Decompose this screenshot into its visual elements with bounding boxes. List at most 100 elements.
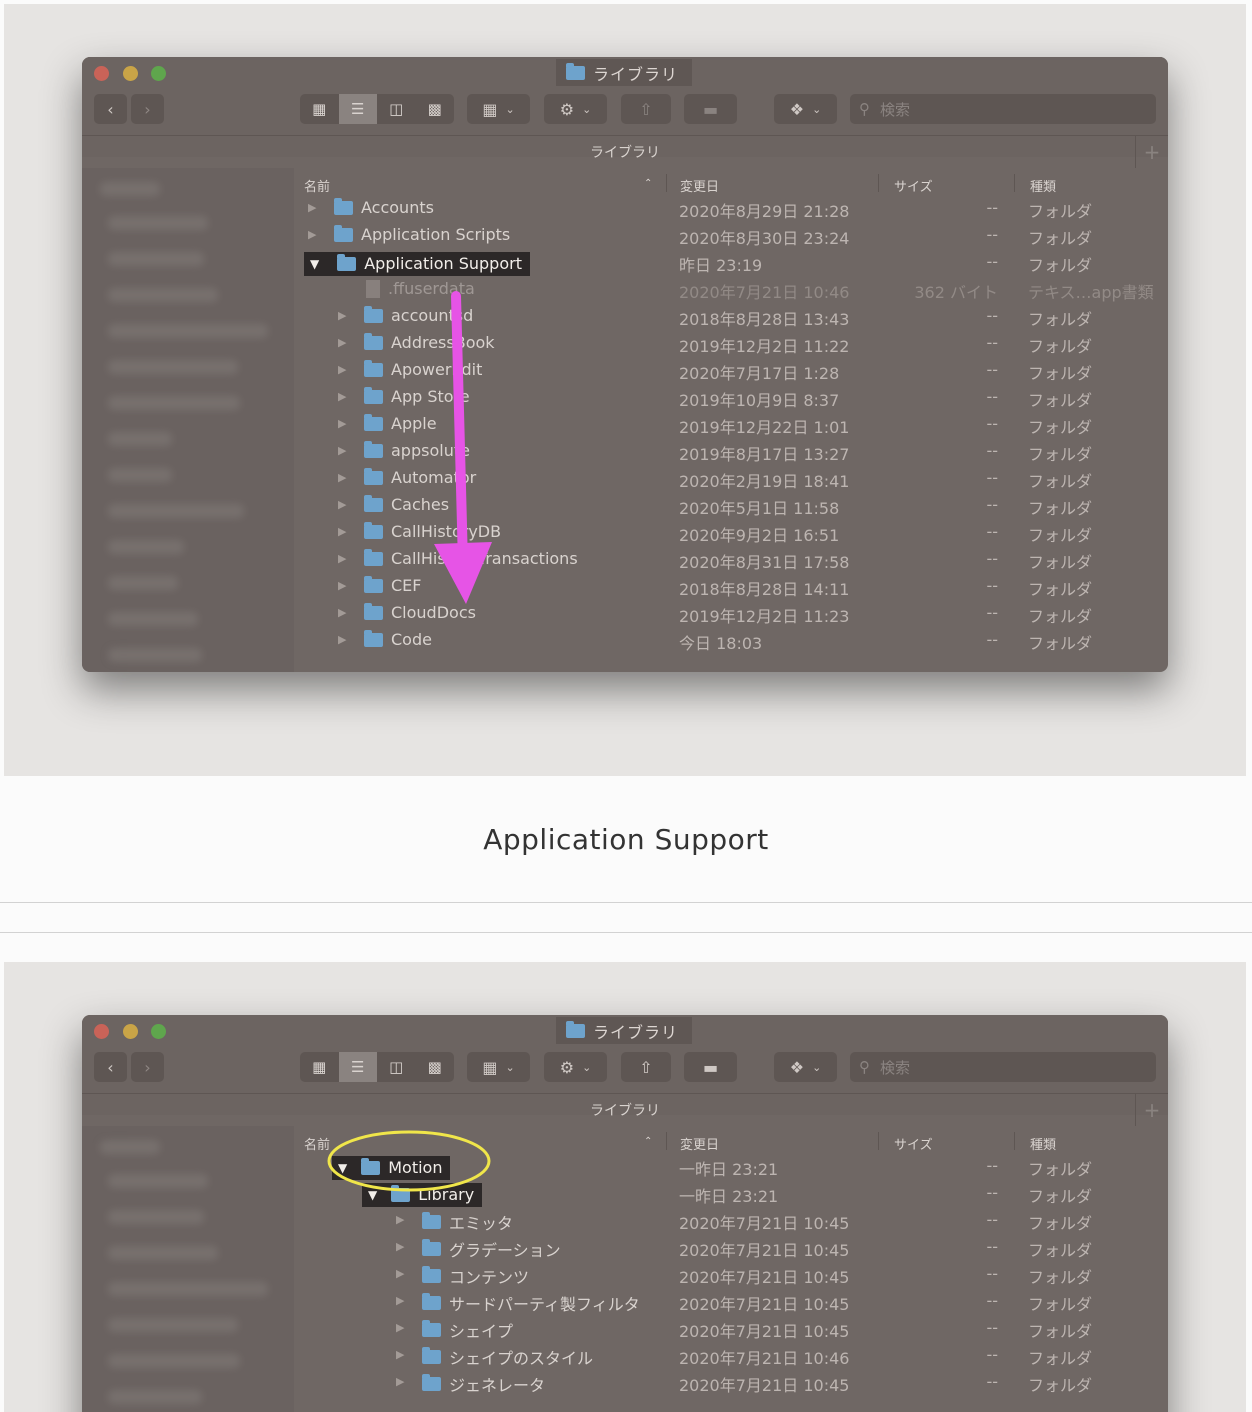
disclosure-icon[interactable]: ▶ [338,471,346,484]
table-row[interactable]: ▶ CallHistoryDB 2020年9月2日 16:51 -- フォルダ [296,519,1168,546]
disclosure-open-icon[interactable]: ▼ [368,1188,377,1202]
table-row-selected[interactable]: ▼ Motion 一昨日 23:21 -- フォルダ [296,1153,1168,1180]
disclosure-icon[interactable]: ▶ [396,1294,404,1307]
table-row-selected[interactable]: ▼ Application Support 昨日 23:19 -- フォルダ [296,249,1168,276]
back-button[interactable]: ‹ [94,1052,127,1082]
disclosure-icon[interactable]: ▶ [338,417,346,430]
disclosure-icon[interactable]: ▶ [338,336,346,349]
column-name[interactable]: 名前 [304,176,330,195]
table-row[interactable]: .ffuserdata 2020年7月21日 10:46 362 バイト テキス… [296,276,1168,303]
table-row[interactable]: ▶ エミッタ 2020年7月21日 10:45 -- フォルダ [296,1207,1168,1234]
gallery-view-icon[interactable]: ▩ [416,94,455,124]
disclosure-open-icon[interactable]: ▼ [310,257,319,271]
table-row[interactable]: ▶ CEF 2018年8月28日 14:11 -- フォルダ [296,573,1168,600]
disclosure-icon[interactable]: ▶ [308,201,316,214]
sidebar-item[interactable] [108,1390,202,1404]
sidebar-item[interactable] [108,1246,218,1260]
disclosure-icon[interactable]: ▶ [396,1267,404,1280]
share-button[interactable]: ⇧ [621,1052,671,1082]
column-modified[interactable]: 変更日 [680,1134,719,1153]
search-input[interactable]: ⚲ 検索 [850,1052,1156,1082]
search-input[interactable]: ⚲ 検索 [850,94,1156,124]
sidebar-item[interactable] [108,1282,268,1296]
action-button[interactable]: ⚙ ⌄ [544,94,607,124]
sidebar-item[interactable] [108,1210,204,1224]
gallery-view-icon[interactable]: ▩ [416,1052,455,1082]
sidebar-item[interactable] [108,432,172,446]
column-modified[interactable]: 変更日 [680,176,719,195]
disclosure-icon[interactable]: ▶ [338,606,346,619]
disclosure-icon[interactable]: ▶ [338,498,346,511]
action-button[interactable]: ⚙ ⌄ [544,1052,607,1082]
tab-title[interactable]: ライブラリ [590,1100,660,1120]
table-row[interactable]: ▶ accountsd 2018年8月28日 13:43 -- フォルダ [296,303,1168,330]
sidebar-item[interactable] [108,1318,238,1332]
disclosure-icon[interactable]: ▶ [308,228,316,241]
icon-view-icon[interactable]: ▦ [300,94,339,124]
column-size[interactable]: サイズ [894,176,933,195]
column-view-icon[interactable]: ◫ [377,1052,416,1082]
table-row[interactable]: ▶ CloudDocs 2019年12月2日 11:23 -- フォルダ [296,600,1168,627]
new-tab-button[interactable]: + [1135,136,1168,168]
tab-title[interactable]: ライブラリ [590,142,660,162]
sidebar-item[interactable] [108,504,244,518]
tag-button[interactable]: ▬ [684,94,737,124]
sidebar-item[interactable] [108,648,202,662]
close-icon[interactable] [94,1024,109,1039]
table-row[interactable]: ▶ Accounts 2020年8月29日 21:28 -- フォルダ [296,195,1168,222]
sidebar-item[interactable] [108,324,268,338]
table-row[interactable]: ▶ CallHistoryTransactions 2020年8月31日 17:… [296,546,1168,573]
column-size[interactable]: サイズ [894,1134,933,1153]
sidebar-item[interactable] [108,1354,240,1368]
table-row[interactable]: ▶ グラデーション 2020年7月21日 10:45 -- フォルダ [296,1234,1168,1261]
table-row[interactable]: ▶ シェイプのスタイル 2020年7月21日 10:46 -- フォルダ [296,1342,1168,1369]
table-row[interactable]: ▶ AddressBook 2019年12月2日 11:22 -- フォルダ [296,330,1168,357]
table-row[interactable]: ▶ Automator 2020年2月19日 18:41 -- フォルダ [296,465,1168,492]
dropbox-button[interactable]: ❖ ⌄ [774,1052,837,1082]
disclosure-icon[interactable]: ▶ [338,525,346,538]
sidebar-item[interactable] [108,468,172,482]
zoom-icon[interactable] [151,66,166,81]
tag-button[interactable]: ▬ [684,1052,737,1082]
table-row[interactable]: ▶ Apple 2019年12月22日 1:01 -- フォルダ [296,411,1168,438]
table-row[interactable]: ▶ ApowerEdit 2020年7月17日 1:28 -- フォルダ [296,357,1168,384]
sidebar-item[interactable] [108,396,240,410]
column-view-icon[interactable]: ◫ [377,94,416,124]
table-row[interactable]: ▶ Code 今日 18:03 -- フォルダ [296,627,1168,654]
sidebar-item[interactable] [108,1174,208,1188]
disclosure-icon[interactable]: ▶ [338,579,346,592]
disclosure-icon[interactable]: ▶ [396,1321,404,1334]
group-button[interactable]: ▦ ⌄ [467,94,530,124]
icon-view-icon[interactable]: ▦ [300,1052,339,1082]
table-row[interactable]: ▶ コンテンツ 2020年7月21日 10:45 -- フォルダ [296,1261,1168,1288]
sidebar-item[interactable] [108,288,218,302]
list-view-icon[interactable]: ☰ [338,1052,377,1082]
minimize-icon[interactable] [123,1024,138,1039]
table-row[interactable]: ▶ Application Scripts 2020年8月30日 23:24 -… [296,222,1168,249]
share-button[interactable]: ⇧ [621,94,671,124]
sidebar-item[interactable] [108,576,178,590]
disclosure-icon[interactable]: ▶ [338,444,346,457]
disclosure-icon[interactable]: ▶ [396,1348,404,1361]
disclosure-icon[interactable]: ▶ [338,363,346,376]
table-row[interactable]: ▶ appsolute 2019年8月17日 13:27 -- フォルダ [296,438,1168,465]
disclosure-open-icon[interactable]: ▼ [338,1161,347,1175]
disclosure-icon[interactable]: ▶ [396,1240,404,1253]
table-row[interactable]: ▶ App Store 2019年10月9日 8:37 -- フォルダ [296,384,1168,411]
list-view-icon[interactable]: ☰ [338,94,377,124]
column-name[interactable]: 名前 [304,1134,330,1153]
disclosure-icon[interactable]: ▶ [338,309,346,322]
sidebar-item[interactable] [108,612,198,626]
sidebar-item[interactable] [108,360,238,374]
table-row[interactable]: ▶ サードパーティ製フィルタ 2020年7月21日 10:45 -- フォルダ [296,1288,1168,1315]
disclosure-icon[interactable]: ▶ [338,633,346,646]
zoom-icon[interactable] [151,1024,166,1039]
disclosure-icon[interactable]: ▶ [338,390,346,403]
table-row-selected[interactable]: ▼ Library 一昨日 23:21 -- フォルダ [296,1180,1168,1207]
forward-button[interactable]: › [131,1052,164,1082]
dropbox-button[interactable]: ❖ ⌄ [774,94,837,124]
sidebar-item[interactable] [108,216,208,230]
back-button[interactable]: ‹ [94,94,127,124]
table-row[interactable]: ▶ Caches 2020年5月1日 11:58 -- フォルダ [296,492,1168,519]
close-icon[interactable] [94,66,109,81]
